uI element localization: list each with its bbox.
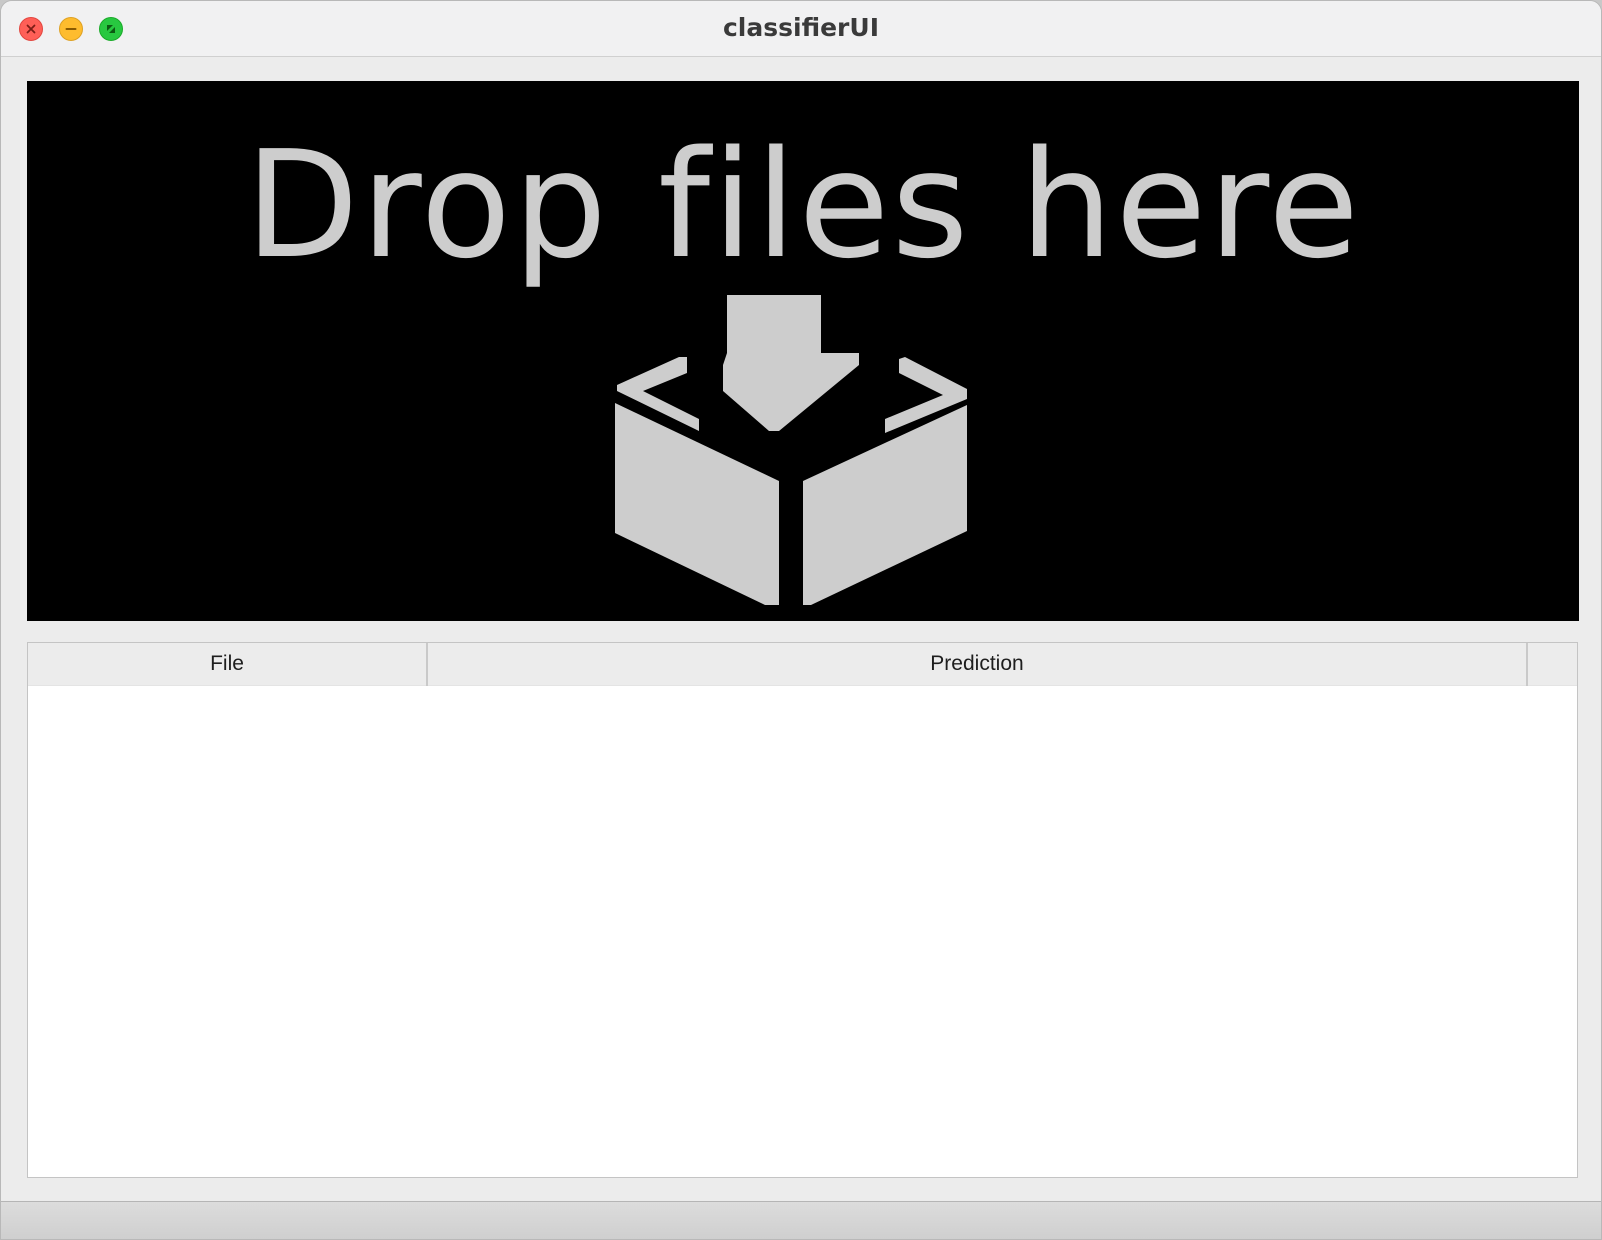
app-window: classifierUI Drop files here File Predic… xyxy=(0,0,1602,1240)
minimize-icon xyxy=(65,28,77,30)
close-window-button[interactable] xyxy=(19,17,43,41)
drop-zone-label: Drop files here xyxy=(244,119,1362,291)
status-bar xyxy=(1,1201,1601,1239)
column-header-file[interactable]: File xyxy=(28,643,428,686)
fullscreen-icon xyxy=(107,25,115,33)
column-header-prediction[interactable]: Prediction xyxy=(428,643,1528,686)
title-bar[interactable]: classifierUI xyxy=(1,1,1601,57)
results-table[interactable]: File Prediction xyxy=(27,642,1578,1178)
file-drop-zone[interactable]: Drop files here xyxy=(27,81,1579,621)
table-body[interactable] xyxy=(28,686,1577,1177)
minimize-window-button[interactable] xyxy=(59,17,83,41)
table-header: File Prediction xyxy=(28,643,1577,686)
column-header-spacer xyxy=(1528,643,1577,686)
close-icon xyxy=(26,24,36,34)
inbox-download-icon xyxy=(615,295,967,605)
fullscreen-window-button[interactable] xyxy=(99,17,123,41)
window-title: classifierUI xyxy=(722,13,879,42)
